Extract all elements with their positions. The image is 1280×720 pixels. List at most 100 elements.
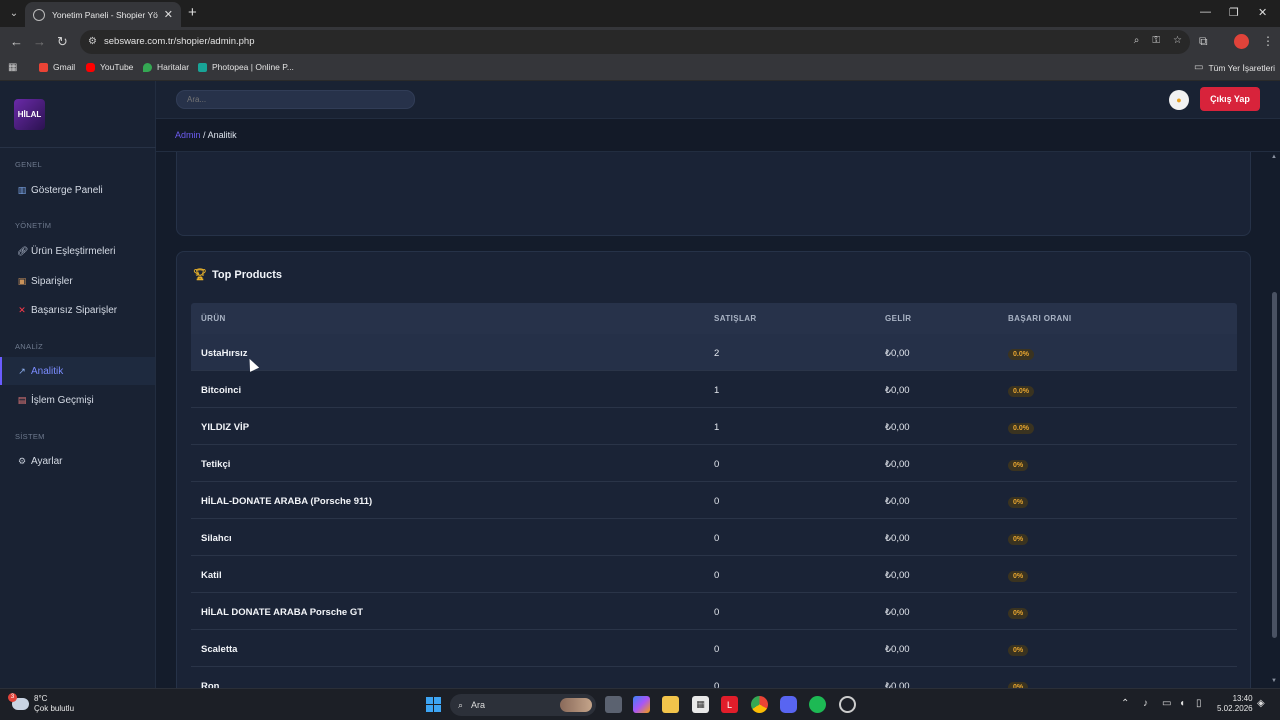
logout-button[interactable]: Çıkış Yap [1200, 87, 1260, 111]
app-l-icon[interactable]: L [721, 696, 738, 713]
table-row[interactable]: Tetikçi 0 ₺0,00 0% [191, 445, 1237, 482]
tab-search-icon[interactable]: ⌄ [5, 4, 23, 22]
chart-icon: ▥ [17, 184, 27, 195]
sidebar-item-settings[interactable]: ⚙ Ayarlar [0, 447, 155, 475]
file-explorer-icon[interactable] [662, 696, 679, 713]
url-box[interactable]: ⚙ sebsware.com.tr/shopier/admin.php ⌕ ⚿ … [80, 30, 1190, 54]
photopea-icon [198, 62, 207, 72]
col-success-rate[interactable]: BAŞARI ORANI [1008, 314, 1237, 323]
logo[interactable]: HİLAL [14, 99, 45, 130]
table-row[interactable]: HİLAL-DONATE ARABA (Porsche 911) 0 ₺0,00 0% [191, 482, 1237, 519]
table-row[interactable]: Scaletta 0 ₺0,00 0% [191, 630, 1237, 667]
theme-toggle-button[interactable]: ● [1169, 90, 1189, 110]
success-rate-badge: 0.0% [1008, 386, 1034, 397]
notification-icon[interactable]: ◈ [1257, 698, 1265, 709]
browser-tab[interactable]: Yonetim Paneli - Shopier Yönetim Paneli … [25, 2, 181, 27]
search-input[interactable] [176, 90, 415, 109]
sidebar-item-dashboard[interactable]: ▥ Gösterge Paneli [0, 176, 155, 204]
sales-count: 0 [714, 496, 720, 507]
bookmark-gmail[interactable]: Gmail [39, 62, 75, 72]
scroll-up-icon[interactable]: ▲ [1271, 154, 1277, 160]
chrome-icon[interactable] [751, 696, 768, 713]
forward-icon[interactable]: → [33, 34, 46, 50]
tray-chevron-icon[interactable]: ⌃ [1121, 698, 1129, 709]
zoom-icon[interactable]: ⌕ [1134, 35, 1140, 46]
windows-start-icon[interactable] [425, 696, 442, 713]
restore-icon[interactable]: ❐ [1229, 6, 1239, 19]
card-title: 🏆︎ Top Products [193, 268, 283, 282]
browser-menu-icon[interactable]: ⋮ [1262, 34, 1274, 48]
steam-icon[interactable] [839, 696, 856, 713]
spotify-icon[interactable] [809, 696, 826, 713]
package-icon: ▣ [17, 275, 27, 286]
sales-count: 0 [714, 644, 720, 655]
reload-icon[interactable]: ↻ [57, 34, 68, 50]
product-name: UstaHırsız [201, 348, 248, 359]
table-row[interactable]: Katil 0 ₺0,00 0% [191, 556, 1237, 593]
gmail-icon [39, 62, 48, 72]
product-name: Bitcoinci [201, 385, 242, 396]
new-tab-button[interactable]: + [188, 4, 197, 22]
revenue-value: ₺0,00 [885, 533, 910, 544]
sun-icon: ● [1176, 95, 1182, 105]
breadcrumb-admin-link[interactable]: Admin [175, 130, 201, 140]
table-row[interactable]: Silahcı 0 ₺0,00 0% [191, 519, 1237, 556]
document-icon: ▤ [17, 394, 27, 405]
product-name: Scaletta [201, 644, 238, 655]
breadcrumb: Admin / Analitik [156, 119, 1280, 152]
col-sales[interactable]: SATIŞLAR [714, 314, 885, 323]
copilot-icon[interactable] [633, 696, 650, 713]
all-bookmarks[interactable]: ▭ Tüm Yer İşaretleri [1194, 62, 1275, 73]
bookmark-haritalar[interactable]: Haritalar [143, 62, 189, 72]
table-row[interactable]: YILDIZ VİP 1 ₺0,00 0.0% [191, 408, 1237, 445]
volume-icon[interactable]: ◖ [1179, 698, 1185, 709]
microphone-icon[interactable]: ♪ [1143, 698, 1148, 709]
success-rate-badge: 0.0% [1008, 349, 1034, 360]
col-product[interactable]: ÜRÜN [191, 314, 714, 323]
weather-widget[interactable]: 3 8°C Çok bulutlu [8, 693, 74, 714]
maps-icon [143, 62, 152, 72]
page-scrollbar[interactable]: ▲ ▼ [1269, 152, 1280, 688]
product-name: Tetikçi [201, 459, 231, 470]
sidebar-item-failed-orders[interactable]: ✕ Başarısız Siparişler [0, 296, 155, 324]
window-close-icon[interactable]: ✕ [1258, 6, 1267, 19]
table-row[interactable]: UstaHırsız 2 ₺0,00 0.0% [191, 334, 1237, 371]
section-sistem: SİSTEM [15, 432, 45, 441]
password-key-icon[interactable]: ⚿ [1152, 35, 1160, 46]
sidebar-item-orders[interactable]: ▣ Siparişler [0, 267, 155, 295]
back-icon[interactable]: ← [10, 34, 23, 50]
extensions-icon[interactable]: ⧉ [1199, 34, 1208, 49]
sidebar-item-product-mappings[interactable]: 🔗︎ Ürün Eşleştirmeleri [0, 237, 155, 265]
product-name: YILDIZ VİP [201, 422, 250, 433]
network-icon[interactable]: ▭ [1162, 698, 1171, 709]
scrollbar-thumb[interactable] [1272, 292, 1277, 638]
taskbar-search[interactable]: ⌕ Ara [450, 694, 596, 716]
url-text[interactable]: sebsware.com.tr/shopier/admin.php [104, 36, 255, 47]
sales-count: 0 [714, 570, 720, 581]
cloud-icon: 3 [8, 693, 29, 710]
sidebar-divider [0, 147, 156, 148]
apps-grid-icon[interactable]: ▦ [8, 62, 17, 73]
browser-tab-bar: ⌄ Yonetim Paneli - Shopier Yönetim Panel… [0, 0, 1280, 27]
clock[interactable]: 13:40 5.02.2026 [1217, 694, 1253, 714]
close-tab-icon[interactable]: ✕ [164, 8, 173, 21]
table-row[interactable]: Bitcoinci 1 ₺0,00 0.0% [191, 371, 1237, 408]
table-row[interactable]: Ron 0 ₺0,00 0% [191, 667, 1237, 688]
bookmark-photopea[interactable]: Photopea | Online P... [198, 62, 294, 72]
minimize-icon[interactable]: — [1200, 6, 1211, 18]
sidebar-item-history[interactable]: ▤ İşlem Geçmişi [0, 386, 155, 414]
battery-icon[interactable]: ▯ [1196, 698, 1202, 709]
store-icon[interactable]: ▦ [692, 696, 709, 713]
task-view-icon[interactable] [605, 696, 622, 713]
success-rate-badge: 0.0% [1008, 423, 1034, 434]
site-info-icon[interactable]: ⚙ [88, 36, 100, 48]
discord-icon[interactable] [780, 696, 797, 713]
table-row[interactable]: HİLAL DONATE ARABA Porsche GT 0 ₺0,00 0% [191, 593, 1237, 630]
revenue-value: ₺0,00 [885, 496, 910, 507]
profile-avatar[interactable] [1234, 34, 1249, 49]
bookmark-star-icon[interactable]: ☆ [1173, 35, 1182, 46]
bookmark-youtube[interactable]: YouTube [86, 62, 133, 72]
scroll-down-icon[interactable]: ▼ [1271, 678, 1277, 684]
col-revenue[interactable]: GELİR [885, 314, 1008, 323]
sidebar-item-analytics[interactable]: ↗ Analitik [0, 357, 155, 385]
